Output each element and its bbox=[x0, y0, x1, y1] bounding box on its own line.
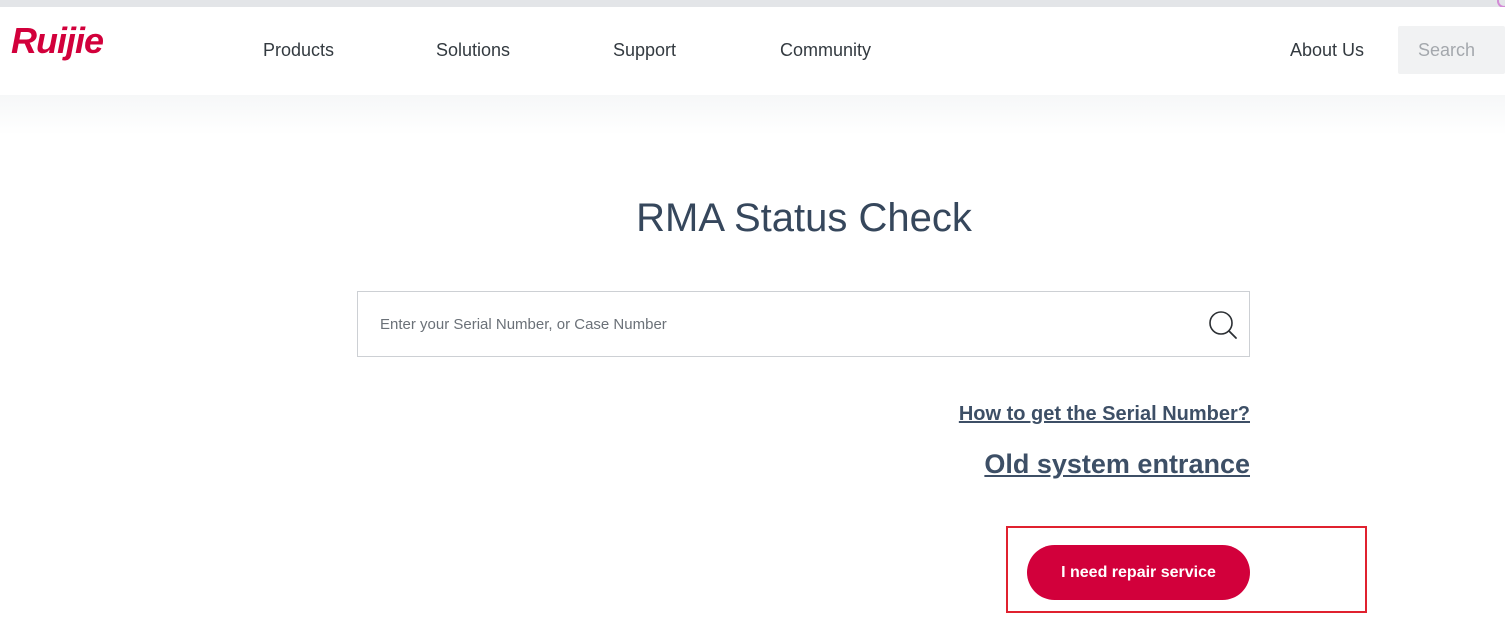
browser-top-strip bbox=[0, 0, 1505, 7]
ruijie-logo[interactable]: Ruijie bbox=[11, 20, 145, 66]
header-search-box[interactable]: Search bbox=[1398, 26, 1505, 74]
header-shadow bbox=[0, 95, 1505, 135]
old-system-entrance-link[interactable]: Old system entrance bbox=[984, 449, 1250, 480]
svg-text:Ruijie: Ruijie bbox=[11, 22, 104, 61]
page-title: RMA Status Check bbox=[636, 196, 972, 240]
nav-community[interactable]: Community bbox=[780, 40, 871, 61]
nav-support[interactable]: Support bbox=[613, 40, 676, 61]
nav-about-us[interactable]: About Us bbox=[1290, 40, 1364, 61]
ruijie-logo-mark: Ruijie bbox=[11, 20, 105, 61]
site-header bbox=[0, 7, 1505, 95]
serial-number-input[interactable] bbox=[358, 292, 1188, 356]
header-search-placeholder: Search bbox=[1418, 40, 1476, 60]
serial-search-field bbox=[357, 291, 1250, 357]
search-icon[interactable] bbox=[1207, 309, 1239, 341]
repair-service-button[interactable]: I need repair service bbox=[1027, 545, 1250, 600]
nav-products[interactable]: Products bbox=[263, 40, 334, 61]
nav-solutions[interactable]: Solutions bbox=[436, 40, 510, 61]
serial-number-help-link[interactable]: How to get the Serial Number? bbox=[959, 403, 1250, 426]
